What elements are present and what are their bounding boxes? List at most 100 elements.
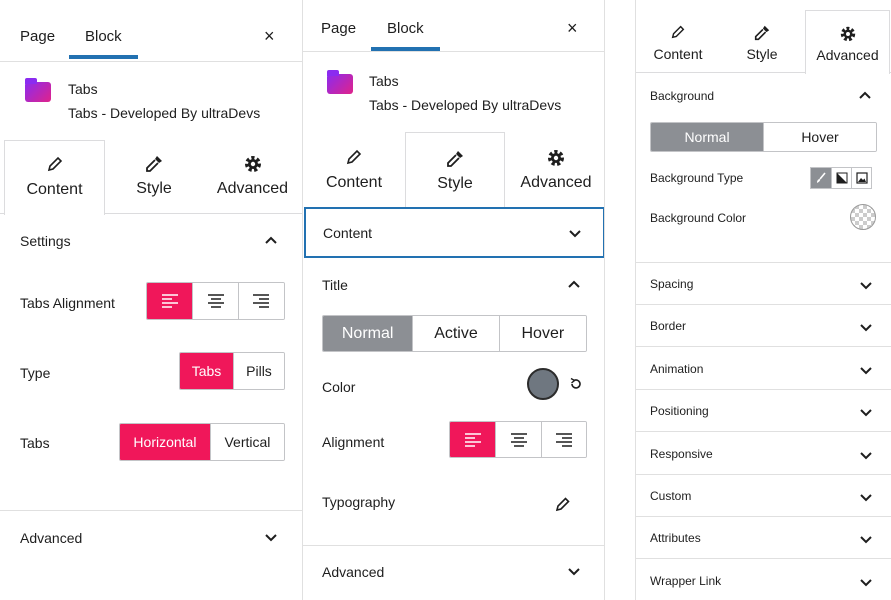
background-state-toggle: Normal Hover bbox=[650, 122, 877, 152]
align-left-icon bbox=[464, 432, 481, 447]
chevron-down-icon[interactable] bbox=[567, 567, 581, 577]
chevron-down-icon bbox=[860, 282, 872, 290]
brush-icon[interactable] bbox=[811, 168, 831, 188]
eyedropper-icon bbox=[406, 149, 504, 175]
chevron-up-icon[interactable] bbox=[567, 279, 581, 289]
type-pills-button[interactable]: Pills bbox=[232, 353, 284, 389]
content-section-header[interactable]: Content bbox=[304, 207, 604, 258]
align-center-icon bbox=[510, 432, 527, 447]
accordion-custom[interactable]: Custom bbox=[636, 475, 891, 517]
align-center-button[interactable] bbox=[495, 422, 541, 457]
tab-advanced-label: Advanced bbox=[216, 180, 289, 197]
chevron-up-icon[interactable] bbox=[264, 235, 278, 245]
accordion-label: Responsive bbox=[650, 446, 713, 461]
accordion-attributes[interactable]: Attributes bbox=[636, 517, 891, 560]
tab-block[interactable]: Block bbox=[371, 20, 440, 51]
accordion-animation[interactable]: Animation bbox=[636, 348, 891, 390]
chevron-down-icon[interactable] bbox=[264, 533, 278, 543]
accordion-label: Animation bbox=[650, 361, 704, 376]
settings-panel-content: Page Block × Tabs Tabs - Developed By ul… bbox=[0, 0, 303, 600]
settings-section-title: Settings bbox=[20, 233, 71, 249]
tab-style[interactable]: Style bbox=[722, 0, 802, 73]
content-section-title: Content bbox=[323, 225, 373, 241]
title-state-toggle: Normal Active Hover bbox=[322, 315, 587, 352]
type-label: Type bbox=[20, 365, 51, 381]
align-right-icon bbox=[253, 294, 270, 308]
tab-advanced[interactable]: Advanced bbox=[805, 10, 890, 74]
tabs-orientation-label: Tabs bbox=[20, 435, 50, 451]
background-type-label: Background Type bbox=[650, 171, 744, 185]
alignment-label: Alignment bbox=[322, 434, 385, 450]
tab-content-label: Content bbox=[325, 174, 383, 191]
state-normal-button[interactable]: Normal bbox=[323, 316, 413, 351]
chevron-down-icon bbox=[860, 494, 872, 502]
align-right-button[interactable] bbox=[237, 283, 284, 319]
transparent-color-swatch[interactable] bbox=[850, 204, 876, 230]
tab-content-label: Content bbox=[26, 181, 83, 198]
block-description: Tabs - Developed By ultraDevs bbox=[369, 97, 562, 113]
chevron-down-icon bbox=[860, 451, 872, 460]
block-card: Tabs Tabs - Developed By ultraDevs bbox=[303, 52, 604, 132]
accordion-positioning[interactable]: Positioning bbox=[636, 390, 891, 433]
tab-style[interactable]: Style bbox=[108, 140, 200, 214]
state-active-button[interactable]: Active bbox=[412, 316, 499, 351]
tab-advanced-label: Advanced bbox=[816, 47, 879, 63]
chevron-down-icon bbox=[860, 536, 872, 544]
title-section-title: Title bbox=[322, 277, 348, 293]
accordion-border[interactable]: Border bbox=[636, 305, 891, 348]
advanced-section-title[interactable]: Advanced bbox=[20, 530, 82, 546]
tab-advanced[interactable]: Advanced bbox=[204, 140, 301, 214]
align-left-button[interactable] bbox=[450, 422, 496, 457]
orientation-toggle: Horizontal Vertical bbox=[119, 423, 285, 461]
pencil-icon bbox=[5, 155, 104, 181]
state-hover-button[interactable]: Hover bbox=[763, 123, 876, 151]
tab-content[interactable]: Content bbox=[636, 0, 720, 73]
tab-advanced[interactable]: Advanced bbox=[507, 132, 604, 207]
accordion-spacing[interactable]: Spacing bbox=[636, 263, 891, 305]
inspector-tabs: Content Style Advanced bbox=[303, 132, 604, 208]
type-tabs-button[interactable]: Tabs bbox=[180, 353, 233, 389]
settings-panel-advanced: Content Style Advanced Background Normal… bbox=[635, 0, 891, 600]
eyedropper-icon bbox=[108, 154, 200, 180]
align-left-button[interactable] bbox=[147, 283, 193, 319]
horizontal-button[interactable]: Horizontal bbox=[120, 424, 210, 460]
tab-style[interactable]: Style bbox=[405, 132, 505, 208]
color-swatch[interactable] bbox=[527, 368, 559, 400]
gear-icon bbox=[204, 154, 301, 180]
tab-content[interactable]: Content bbox=[4, 140, 105, 215]
accordion-label: Positioning bbox=[650, 404, 709, 419]
gradient-icon[interactable] bbox=[831, 168, 851, 188]
gear-icon bbox=[806, 25, 889, 47]
close-icon[interactable]: × bbox=[567, 18, 578, 39]
tab-content[interactable]: Content bbox=[305, 132, 403, 207]
align-right-button[interactable] bbox=[540, 422, 586, 457]
inspector-tabs: Content Style Advanced bbox=[636, 0, 891, 74]
background-type-group bbox=[810, 167, 872, 189]
state-hover-button[interactable]: Hover bbox=[498, 316, 586, 351]
divider bbox=[0, 510, 302, 511]
tab-page[interactable]: Page bbox=[20, 28, 55, 45]
state-normal-button[interactable]: Normal bbox=[651, 123, 763, 151]
accordion-label: Spacing bbox=[650, 277, 694, 291]
chevron-down-icon bbox=[569, 230, 581, 238]
image-icon[interactable] bbox=[851, 168, 871, 188]
block-description: Tabs - Developed By ultraDevs bbox=[68, 105, 261, 121]
accordion-label: Wrapper Link bbox=[650, 573, 722, 588]
background-color-label: Background Color bbox=[650, 211, 747, 225]
background-section-title: Background bbox=[650, 89, 715, 103]
accordion-wrapper-link[interactable]: Wrapper Link bbox=[636, 560, 891, 600]
reset-icon[interactable] bbox=[569, 377, 583, 391]
close-icon[interactable]: × bbox=[264, 26, 275, 47]
chevron-up-icon[interactable] bbox=[858, 90, 872, 100]
chevron-down-icon bbox=[860, 324, 872, 332]
advanced-section-title[interactable]: Advanced bbox=[322, 564, 384, 580]
tab-content-label: Content bbox=[653, 46, 703, 62]
align-center-button[interactable] bbox=[192, 283, 238, 319]
vertical-button[interactable]: Vertical bbox=[209, 424, 284, 460]
pencil-icon[interactable] bbox=[555, 496, 571, 512]
tab-page[interactable]: Page bbox=[321, 20, 356, 37]
block-name: Tabs bbox=[369, 73, 399, 89]
type-toggle: Tabs Pills bbox=[179, 352, 285, 390]
tab-block[interactable]: Block bbox=[69, 28, 138, 59]
accordion-responsive[interactable]: Responsive bbox=[636, 433, 891, 475]
